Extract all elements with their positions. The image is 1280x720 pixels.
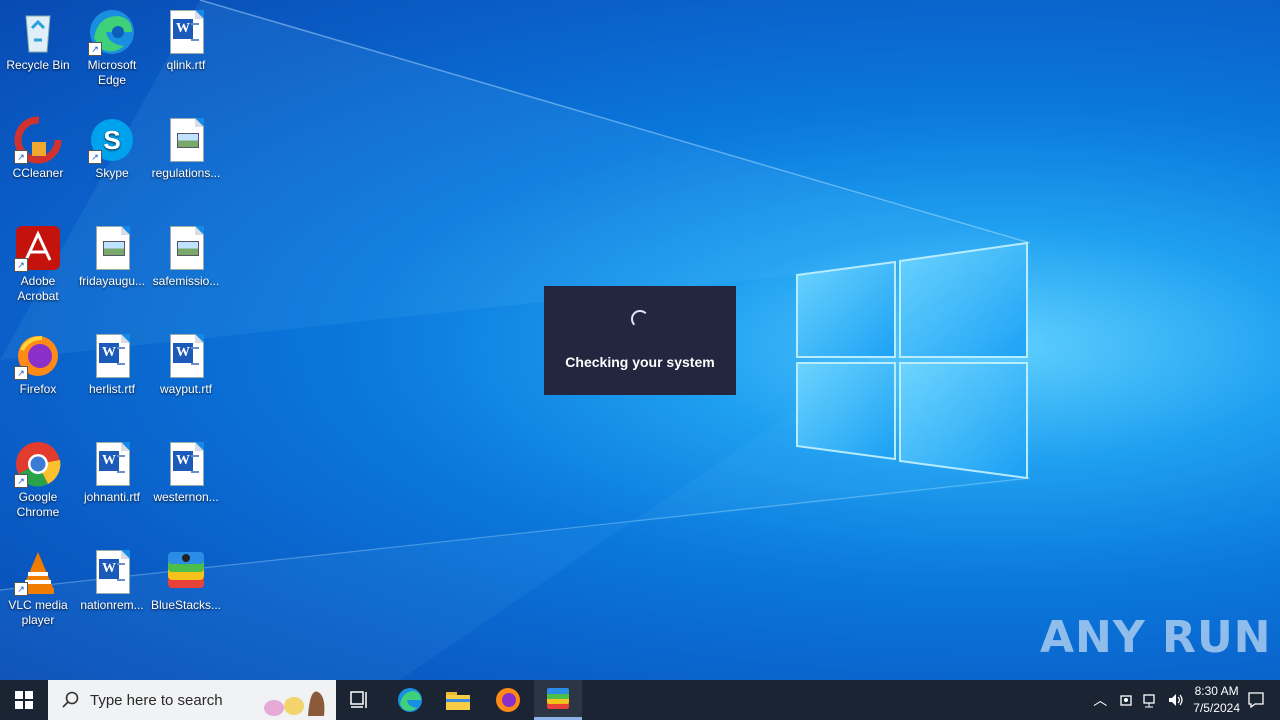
desktop-icon-herlist[interactable]: W herlist.rtf: [74, 332, 150, 397]
bluestacks-icon: [547, 687, 569, 709]
acrobat-icon: ↗: [14, 224, 62, 272]
chrome-icon: ↗: [14, 440, 62, 488]
meet-now-icon[interactable]: [1119, 692, 1135, 708]
word-document-icon: W: [88, 332, 136, 380]
icon-label: VLC media player: [8, 598, 68, 627]
taskbar-file-explorer[interactable]: [434, 680, 482, 720]
taskbar-bluestacks[interactable]: [534, 680, 582, 720]
word-document-icon: W: [162, 332, 210, 380]
taskbar-search-box[interactable]: Type here to search: [48, 680, 336, 720]
start-button[interactable]: [0, 680, 48, 720]
icon-label: fridayaugu...: [78, 274, 146, 288]
edge-icon: ↗: [88, 8, 136, 56]
icon-label: Skype: [95, 166, 129, 180]
bluestacks-icon: [162, 548, 210, 596]
desktop-icon-skype[interactable]: S ↗ Skype: [74, 116, 150, 181]
icon-label: CCleaner: [12, 166, 64, 180]
shortcut-arrow-icon: ↗: [14, 366, 28, 380]
desktop-icon-regulations[interactable]: regulations...: [148, 116, 224, 181]
desktop-icon-qlink[interactable]: W qlink.rtf: [148, 8, 224, 73]
desktop-icon-adobe-acrobat[interactable]: ↗ Adobe Acrobat: [0, 224, 76, 304]
icon-label: BlueStacks...: [150, 598, 222, 612]
image-file-icon: [88, 224, 136, 272]
word-document-icon: W: [88, 440, 136, 488]
windows-logo: [796, 241, 1028, 480]
icon-label: Google Chrome: [16, 490, 60, 519]
volume-icon[interactable]: [1167, 692, 1185, 708]
shortcut-arrow-icon: ↗: [14, 582, 28, 596]
search-icon: [62, 691, 79, 708]
icon-label: qlink.rtf: [166, 58, 206, 72]
clock-date: 7/5/2024: [1193, 701, 1240, 715]
desktop-icon-microsoft-edge[interactable]: ↗ Microsoft Edge: [74, 8, 150, 88]
icon-label: johnanti.rtf: [83, 490, 141, 504]
system-tray: ︿ 8:30 AM 7/5/2024: [1093, 680, 1240, 720]
svg-text:S: S: [103, 125, 120, 155]
taskbar-firefox[interactable]: [484, 680, 532, 720]
notification-icon: [1248, 692, 1264, 709]
windows-start-icon: [15, 691, 33, 709]
task-view-icon: [350, 691, 367, 708]
anyrun-watermark: ANY RUN: [1040, 612, 1272, 663]
search-placeholder: Type here to search: [90, 691, 223, 709]
search-highlight-illustration-icon: [264, 691, 325, 716]
desktop-icon-nationrem[interactable]: W nationrem...: [74, 548, 150, 613]
shortcut-arrow-icon: ↗: [14, 474, 28, 488]
word-document-icon: W: [162, 440, 210, 488]
icon-label: herlist.rtf: [88, 382, 135, 396]
image-file-icon: [162, 116, 210, 164]
word-document-icon: W: [88, 548, 136, 596]
checking-system-dialog: Checking your system: [544, 286, 736, 395]
network-icon[interactable]: [1143, 692, 1159, 708]
icon-label: nationrem...: [80, 598, 144, 612]
icon-label: Microsoft Edge: [87, 58, 137, 87]
ccleaner-icon: ↗: [14, 116, 62, 164]
taskbar-clock[interactable]: 8:30 AM 7/5/2024: [1193, 683, 1240, 717]
shortcut-arrow-icon: ↗: [14, 258, 28, 272]
icon-label: Firefox: [19, 382, 57, 396]
desktop-icon-ccleaner[interactable]: ↗ CCleaner: [0, 116, 76, 181]
desktop-icon-vlc[interactable]: ↗ VLC media player: [0, 548, 76, 628]
desktop-icon-google-chrome[interactable]: ↗ Google Chrome: [0, 440, 76, 520]
taskbar-edge[interactable]: [386, 680, 434, 720]
icon-label: wayput.rtf: [159, 382, 213, 396]
desktop-icon-johnanti[interactable]: W johnanti.rtf: [74, 440, 150, 505]
firefox-icon: ↗: [14, 332, 62, 380]
desktop-icon-wayput[interactable]: W wayput.rtf: [148, 332, 224, 397]
file-explorer-icon: [446, 692, 470, 710]
desktop-icon-firefox[interactable]: ↗ Firefox: [0, 332, 76, 397]
icon-label: Adobe Acrobat: [17, 274, 59, 303]
show-hidden-icons-chevron-icon[interactable]: ︿: [1093, 690, 1107, 710]
firefox-icon: [496, 688, 520, 712]
desktop-icon-westernon[interactable]: W westernon...: [148, 440, 224, 505]
icon-label: westernon...: [153, 490, 219, 504]
loading-spinner-icon: [631, 310, 649, 328]
desktop-icon-bluestacks[interactable]: BlueStacks...: [148, 548, 224, 613]
clock-time: 8:30 AM: [1194, 684, 1239, 698]
taskbar: Type here to search ︿ 8:30 AM 7/5/2024: [0, 680, 1280, 720]
action-center-button[interactable]: [1240, 680, 1272, 720]
task-view-button[interactable]: [336, 680, 384, 720]
shortcut-arrow-icon: ↗: [88, 150, 102, 164]
desktop-icon-fridayaugu[interactable]: fridayaugu...: [74, 224, 150, 289]
desktop-icon-recycle-bin[interactable]: Recycle Bin: [0, 8, 76, 73]
dialog-message: Checking your system: [565, 354, 715, 370]
shortcut-arrow-icon: ↗: [14, 150, 28, 164]
recycle-bin-icon: [14, 8, 62, 56]
icon-label: Recycle Bin: [6, 58, 70, 72]
icon-label: safemissio...: [152, 274, 220, 288]
word-document-icon: W: [162, 8, 210, 56]
skype-icon: S ↗: [88, 116, 136, 164]
icon-label: regulations...: [151, 166, 221, 180]
shortcut-arrow-icon: ↗: [88, 42, 102, 56]
desktop-icon-safemissio[interactable]: safemissio...: [148, 224, 224, 289]
vlc-icon: ↗: [14, 548, 62, 596]
image-file-icon: [162, 224, 210, 272]
edge-icon: [398, 688, 422, 712]
